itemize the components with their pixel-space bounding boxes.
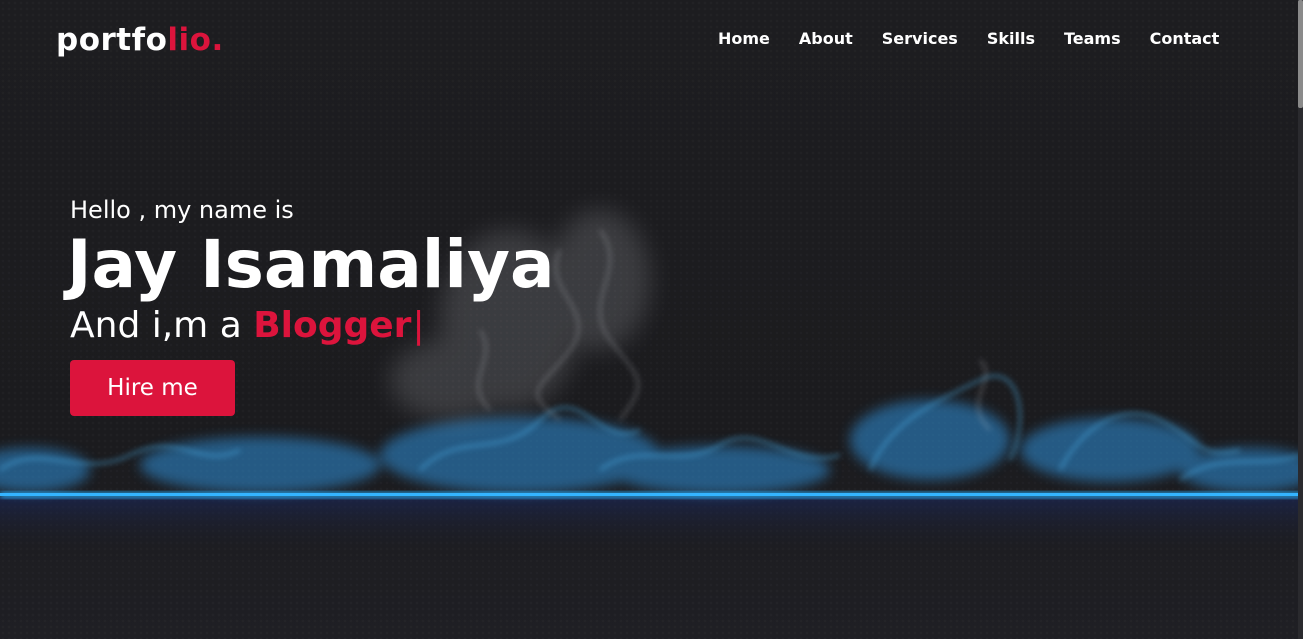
logo-main-text: portfo (56, 22, 168, 58)
nav-menu: Home About Services Skills Teams Contact (718, 29, 1248, 49)
nav-link-services[interactable]: Services (882, 29, 958, 48)
nav-item-home: Home (718, 29, 770, 49)
nav-link-home[interactable]: Home (718, 29, 770, 48)
hero-role-prefix: And i,m a (70, 305, 254, 346)
nav-item-services: Services (882, 29, 958, 49)
nav-item-skills: Skills (987, 29, 1035, 49)
nav-item-teams: Teams (1064, 29, 1121, 49)
nav-link-contact[interactable]: Contact (1150, 29, 1220, 48)
nav-link-about[interactable]: About (799, 29, 853, 48)
page: portfolio. Home About Services Skills Te… (0, 0, 1303, 639)
navbar: portfolio. Home About Services Skills Te… (0, 0, 1303, 80)
nav-item-about: About (799, 29, 853, 49)
hero-role: And i,m a Blogger| (70, 304, 555, 348)
hire-me-button[interactable]: Hire me (70, 360, 235, 416)
typing-cursor: | (412, 305, 425, 346)
scrollbar-thumb[interactable] (1298, 0, 1303, 108)
nav-link-skills[interactable]: Skills (987, 29, 1035, 48)
nav-item-contact: Contact (1150, 29, 1220, 49)
nav-link-teams[interactable]: Teams (1064, 29, 1121, 48)
logo[interactable]: portfolio. (56, 22, 224, 58)
hero-section: Hello , my name is Jay Isamaliya And i,m… (67, 194, 555, 416)
scrollbar-track[interactable] (1298, 0, 1303, 639)
hero-role-typed: Blogger (253, 305, 412, 346)
logo-accent-text: lio. (167, 22, 224, 58)
hero-greeting: Hello , my name is (70, 196, 294, 224)
hero-name: Jay Isamaliya (67, 226, 555, 303)
